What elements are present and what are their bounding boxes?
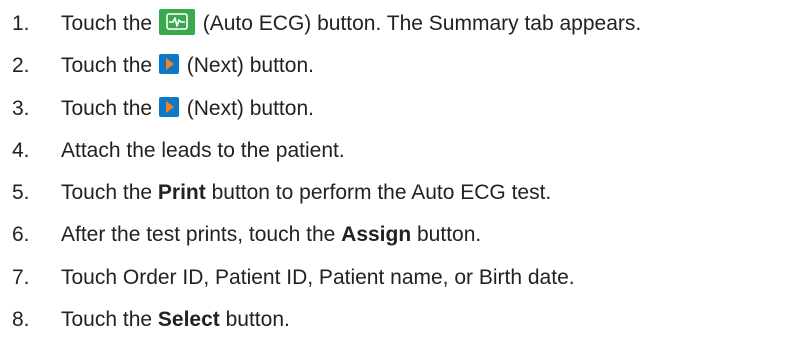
step-item-8: 8. Touch the Select button. xyxy=(0,300,796,340)
button-name-select: Select xyxy=(157,308,220,331)
step-number: 2. xyxy=(12,54,30,77)
step-text-segment: Touch the xyxy=(61,97,158,120)
step-text-segment: button. xyxy=(411,223,482,246)
step-number: 7. xyxy=(12,266,30,289)
button-name-assign: Assign xyxy=(341,223,412,246)
step-text: Touch the (Auto ECG) button. The Summary… xyxy=(61,4,641,44)
next-icon xyxy=(158,97,179,118)
step-item-4: 4. Attach the leads to the patient. xyxy=(0,131,796,171)
step-number: 8. xyxy=(12,308,30,331)
step-text-segment: Touch the xyxy=(61,54,158,77)
step-text-segment: Touch the xyxy=(61,181,158,204)
step-text: Touch the Select button. xyxy=(61,300,290,340)
step-text-segment: (Next) button. xyxy=(180,97,314,120)
step-text-segment: Touch the xyxy=(61,308,158,331)
step-text-segment: button to perform the Auto ECG test. xyxy=(205,181,552,204)
step-number: 4. xyxy=(12,139,30,162)
step-text: Touch the Print button to perform the Au… xyxy=(61,173,551,213)
step-item-2: 2. Touch the (Next) button. xyxy=(0,46,796,86)
step-item-1: 1. Touch the (Auto ECG) button. The Summa… xyxy=(0,4,796,44)
button-name-print: Print xyxy=(157,181,206,204)
step-number: 3. xyxy=(12,97,30,120)
step-text: Touch Order ID, Patient ID, Patient name… xyxy=(61,258,575,298)
step-item-3: 3. Touch the (Next) button. xyxy=(0,89,796,129)
step-number: 6. xyxy=(12,223,30,246)
step-text-segment: Touch the xyxy=(61,12,158,35)
step-number: 1. xyxy=(12,12,30,35)
step-text: Touch the (Next) button. xyxy=(61,46,314,86)
step-text-segment: (Auto ECG) button. The Summary tab appea… xyxy=(196,12,642,35)
step-number: 5. xyxy=(12,181,30,204)
step-text-segment: After the test prints, touch the xyxy=(61,223,342,246)
step-text: After the test prints, touch the Assign … xyxy=(61,215,481,255)
step-text: Touch the (Next) button. xyxy=(61,89,314,129)
next-icon xyxy=(158,54,179,75)
auto-ecg-icon xyxy=(158,9,195,36)
step-item-7: 7. Touch Order ID, Patient ID, Patient na… xyxy=(0,258,796,298)
step-text-segment: Touch Order ID, Patient ID, Patient name… xyxy=(61,266,575,289)
step-item-6: 6. After the test prints, touch the Assig… xyxy=(0,215,796,255)
step-text: Attach the leads to the patient. xyxy=(61,131,345,171)
step-text-segment: Attach the leads to the patient. xyxy=(61,139,345,162)
step-item-5: 5. Touch the Print button to perform the … xyxy=(0,173,796,213)
step-text-segment: button. xyxy=(219,308,290,331)
step-text-segment: (Next) button. xyxy=(180,54,314,77)
